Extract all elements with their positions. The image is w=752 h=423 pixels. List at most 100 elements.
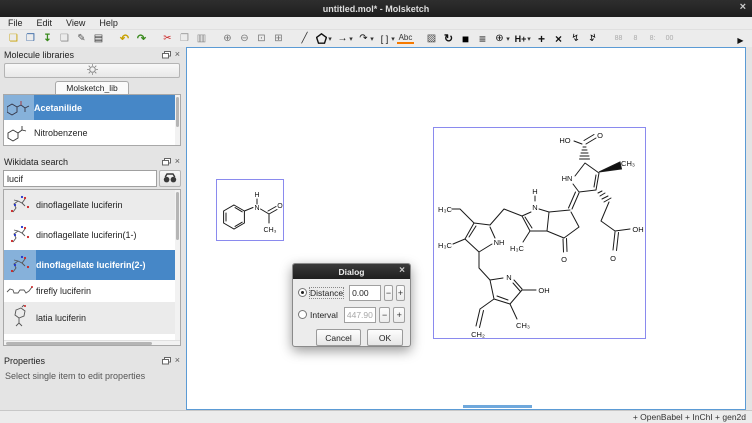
library-settings-button[interactable] <box>4 63 180 78</box>
color-swatch-icon[interactable]: ■ <box>457 31 474 46</box>
delete-tool-icon[interactable]: × <box>550 31 567 46</box>
luciferin-structure: HO O HN CH₃ H N H₃C H₃C NH H₃C O OH O N … <box>434 128 647 340</box>
bracket-dropdown-icon[interactable]: ▾ <box>389 31 397 46</box>
interval-value-field[interactable] <box>344 307 376 323</box>
print-icon[interactable]: ▤ <box>90 31 107 46</box>
interval-increment-button[interactable]: + <box>393 307 405 323</box>
list-item-latia-luciferin[interactable]: latia luciferin <box>4 302 180 334</box>
menu-file[interactable]: File <box>8 18 23 28</box>
wikidata-list-hscrollbar[interactable] <box>4 340 180 345</box>
panel-title: Wikidata search <box>4 157 158 167</box>
distance-radio[interactable] <box>298 288 307 297</box>
hydrogen-dropdown-icon[interactable]: ▾ <box>525 31 533 46</box>
list-item-label: dinoflagellate luciferin(2-) <box>36 260 146 270</box>
export-icon[interactable]: ✎ <box>73 31 90 46</box>
zoom-in-icon[interactable]: ⊕ <box>219 31 236 46</box>
distance-increment-button[interactable]: + <box>396 285 405 301</box>
acetanilide-selection-rect[interactable]: H N O CH₃ <box>216 179 284 241</box>
atom-label: O <box>561 255 567 264</box>
menu-edit[interactable]: Edit <box>37 18 53 28</box>
zoom-fit-icon[interactable]: ⊞ <box>270 31 287 46</box>
plugin-status-text: + OpenBabel + InChI + gen2d <box>633 412 746 422</box>
interval-radio-label[interactable]: Interval <box>310 310 338 320</box>
electron-flow-alt-icon[interactable]: ↯ <box>584 31 601 46</box>
close-panel-icon[interactable]: × <box>175 157 180 166</box>
charge-dropdown-icon[interactable]: ▾ <box>504 31 512 46</box>
distance-radio-label[interactable]: Distance <box>310 288 343 298</box>
list-item-dinoflagellate-luciferin[interactable]: dinoflagellate luciferin <box>4 190 180 220</box>
library-list-scrollbar[interactable] <box>175 95 180 145</box>
tab-molsketch-lib[interactable]: Molsketch_lib <box>55 81 129 94</box>
drawing-canvas[interactable]: H N O CH₃ <box>186 47 746 410</box>
luciferin-selection-rect[interactable]: HO O HN CH₃ H N H₃C H₃C NH H₃C O OH O N … <box>433 127 646 339</box>
line-width-icon[interactable]: ≡ <box>474 31 491 46</box>
dots-tool-icon-d[interactable]: 00 <box>661 31 678 46</box>
panel-title: Molecule libraries <box>4 50 158 60</box>
zoom-original-icon[interactable]: ⊡ <box>253 31 270 46</box>
ok-button[interactable]: OK <box>367 329 403 346</box>
close-panel-icon[interactable]: × <box>175 356 180 365</box>
list-item-acetanilide[interactable]: Acetanilide <box>4 95 180 120</box>
panel-title: Properties <box>4 356 158 366</box>
atom-label: H <box>254 192 259 199</box>
dots-tool-icon-c[interactable]: 8: <box>644 31 661 46</box>
library-list: Acetanilide Nitrobenzene <box>3 94 181 146</box>
atom-label: H₃C <box>510 244 524 253</box>
float-panel-icon[interactable] <box>162 357 171 365</box>
open-file-icon[interactable]: ❐ <box>22 31 39 46</box>
acetanilide-structure: H N O CH₃ <box>217 180 285 242</box>
list-item-nitrobenzene[interactable]: Nitrobenzene <box>4 120 180 145</box>
window-titlebar: untitled.mol* - Molsketch × <box>0 0 752 17</box>
float-panel-icon[interactable] <box>162 158 171 166</box>
copy-icon[interactable]: ❐ <box>176 31 193 46</box>
wikidata-list-vscrollbar[interactable] <box>175 190 180 345</box>
menu-view[interactable]: View <box>66 18 85 28</box>
save-as-icon[interactable]: ❏ <box>56 31 73 46</box>
list-item-dinoflagellate-luciferin-1[interactable]: dinoflagellate luciferin(1-) <box>4 220 180 250</box>
toolbar-overflow-icon[interactable]: ▶ <box>732 33 749 48</box>
molecule-thumbnail <box>4 250 36 280</box>
curved-arrow-dropdown-icon[interactable]: ▾ <box>368 31 376 46</box>
distance-value-field[interactable] <box>349 285 381 301</box>
list-item-firefly-luciferin[interactable]: firefly luciferin <box>4 280 180 302</box>
window-close-button[interactable]: × <box>740 1 746 13</box>
dialog-close-button[interactable]: × <box>399 265 405 276</box>
dots-tool-icon-b[interactable]: 8 <box>627 31 644 46</box>
dots-tool-icon-a[interactable]: 88 <box>610 31 627 46</box>
atom-label: CH₃ <box>621 159 635 168</box>
paste-icon[interactable]: ▥ <box>193 31 210 46</box>
search-input[interactable] <box>3 170 157 187</box>
cut-icon[interactable]: ✂ <box>159 31 176 46</box>
new-file-icon[interactable]: ❏ <box>5 31 22 46</box>
list-item-label: dinoflagellate luciferin(1-) <box>36 230 137 240</box>
menubar: File Edit View Help <box>0 17 752 30</box>
cancel-button[interactable]: Cancel <box>316 329 361 346</box>
close-panel-icon[interactable]: × <box>175 50 180 59</box>
mechanism-hatch-icon[interactable]: ▨ <box>423 31 440 46</box>
arrow-dropdown-icon[interactable]: ▾ <box>347 31 355 46</box>
zoom-out-icon[interactable]: ⊖ <box>236 31 253 46</box>
text-tool-icon[interactable]: Abc <box>397 33 414 44</box>
atom-label: H <box>532 187 537 196</box>
electron-flow-icon[interactable]: ↯ <box>567 31 584 46</box>
draw-bond-icon[interactable]: ╱ <box>296 31 313 46</box>
search-button[interactable] <box>159 170 181 187</box>
dialog-titlebar[interactable]: Dialog × <box>293 264 410 279</box>
rotate-icon[interactable]: ↻ <box>440 31 457 46</box>
undo-icon[interactable]: ↶ <box>116 31 133 46</box>
distance-decrement-button[interactable]: − <box>384 285 393 301</box>
connect-tool-icon[interactable]: + <box>533 31 550 46</box>
molecule-thumbnail <box>4 120 34 145</box>
atom-label: CH₃ <box>516 321 530 330</box>
canvas-hscroll-indicator[interactable] <box>463 405 532 408</box>
list-item-label: latia luciferin <box>36 313 86 323</box>
interval-radio[interactable] <box>298 310 307 319</box>
interval-decrement-button[interactable]: − <box>379 307 391 323</box>
redo-icon[interactable]: ↷ <box>133 31 150 46</box>
atom-label: O <box>277 203 283 210</box>
list-item-dinoflagellate-luciferin-2[interactable]: dinoflagellate luciferin(2-) <box>4 250 180 280</box>
save-file-icon[interactable]: ↧ <box>39 31 56 46</box>
menu-help[interactable]: Help <box>99 18 118 28</box>
float-panel-icon[interactable] <box>162 51 171 59</box>
ring-dropdown-icon[interactable]: ▾ <box>326 31 334 46</box>
